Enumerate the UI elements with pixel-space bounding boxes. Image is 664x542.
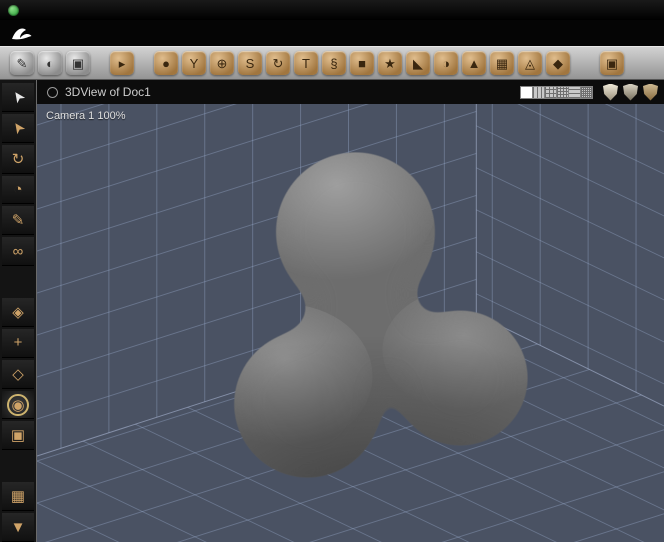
sphere-primitive-icon[interactable]: ● bbox=[154, 51, 178, 75]
camera-label: Camera 1 100% bbox=[46, 110, 126, 122]
scale-tool-icon[interactable]: ◇ bbox=[2, 359, 34, 389]
surface-object-icon[interactable]: ◬ bbox=[518, 51, 542, 75]
main-toolbar: ✎ ◐ ▣ ▸ ● Y ⊕ S ↻ T § ■ ★ ◣ ◑ ▲ ▦ ◬ ◆ ▣ bbox=[0, 46, 664, 80]
axis-move-tool-icon[interactable]: ◈ bbox=[2, 298, 34, 327]
mesh-object-icon[interactable]: ▦ bbox=[490, 51, 514, 75]
rotate-view-tool-icon[interactable]: ↻ bbox=[2, 144, 34, 174]
lathe-object-icon[interactable]: Y bbox=[182, 51, 206, 75]
menu-items bbox=[42, 20, 202, 46]
scene-3d bbox=[37, 104, 664, 542]
select-tool-icon[interactable]: ➤ bbox=[2, 83, 34, 112]
pen-tool-icon[interactable]: ✎ bbox=[2, 206, 34, 236]
move-tool-icon[interactable]: ➤ bbox=[2, 113, 34, 143]
link-tool-icon[interactable]: ∞ bbox=[2, 237, 34, 267]
cube-primitive-icon[interactable]: ■ bbox=[350, 51, 374, 75]
orbit-view-tool-icon[interactable]: ◔ bbox=[2, 175, 34, 205]
menu-bar bbox=[0, 20, 664, 46]
shield-icon-3[interactable] bbox=[643, 83, 658, 101]
spiral-object-icon[interactable]: § bbox=[322, 51, 346, 75]
viewport-title: 3DView of Doc1 bbox=[65, 85, 151, 99]
grab-view-tool-icon[interactable]: ▼ bbox=[2, 513, 34, 542]
sketch-modeling-icon[interactable]: ▸ bbox=[110, 51, 134, 75]
shield-icon-1[interactable] bbox=[603, 83, 618, 101]
path-object-icon[interactable]: S bbox=[238, 51, 262, 75]
shield-buttons bbox=[603, 83, 658, 101]
trackball-tool-icon[interactable]: ◉ bbox=[2, 390, 34, 420]
hand-object-icon[interactable]: ◑ bbox=[434, 51, 458, 75]
light-object-icon[interactable]: ◆ bbox=[546, 51, 570, 75]
viewport-header: 3DView of Doc1 bbox=[37, 80, 664, 104]
main-area: ➤ ➤ ↻ ◔ ✎ ∞ ◈ + ◇ ◉ ▣ ▦ ▼ 3DView of Doc1… bbox=[0, 80, 664, 542]
display-mode-mesh[interactable] bbox=[580, 85, 593, 99]
plane-object-icon[interactable]: ◣ bbox=[406, 51, 430, 75]
tool-sidebar: ➤ ➤ ↻ ◔ ✎ ∞ ◈ + ◇ ◉ ▣ ▦ ▼ bbox=[0, 80, 37, 542]
camera-object-icon[interactable]: ▣ bbox=[600, 51, 624, 75]
rotate-object-icon[interactable]: ↻ bbox=[266, 51, 290, 75]
draw-tool-icon[interactable]: ✎ bbox=[10, 51, 34, 75]
globe-object-icon[interactable]: ⊕ bbox=[210, 51, 234, 75]
window-close-button[interactable] bbox=[8, 4, 19, 16]
app-logo-icon[interactable] bbox=[10, 24, 34, 42]
viewport-column: 3DView of Doc1 Camera 1 100% bbox=[37, 80, 664, 542]
viewport-3d[interactable]: Camera 1 100% bbox=[37, 104, 664, 542]
camera-view-tool-icon[interactable]: ▦ bbox=[2, 482, 34, 512]
shield-icon-2[interactable] bbox=[623, 83, 638, 101]
display-mode-buttons bbox=[520, 85, 593, 99]
box-view-tool-icon[interactable]: ▣ bbox=[2, 421, 34, 451]
pan-tool-icon[interactable]: + bbox=[2, 328, 34, 358]
uv-tool-icon[interactable]: ▣ bbox=[66, 51, 90, 75]
window-titlebar[interactable] bbox=[0, 0, 664, 20]
star-object-icon[interactable]: ★ bbox=[378, 51, 402, 75]
terrain-object-icon[interactable]: ▲ bbox=[462, 51, 486, 75]
viewport-header-controls bbox=[490, 83, 658, 101]
text-object-icon[interactable]: T bbox=[294, 51, 318, 75]
hand-tool-icon[interactable]: ◐ bbox=[38, 51, 62, 75]
viewport-widget-icon[interactable] bbox=[47, 86, 58, 98]
app-window: ✎ ◐ ▣ ▸ ● Y ⊕ S ↻ T § ■ ★ ◣ ◑ ▲ ▦ ◬ ◆ ▣ … bbox=[0, 0, 664, 542]
